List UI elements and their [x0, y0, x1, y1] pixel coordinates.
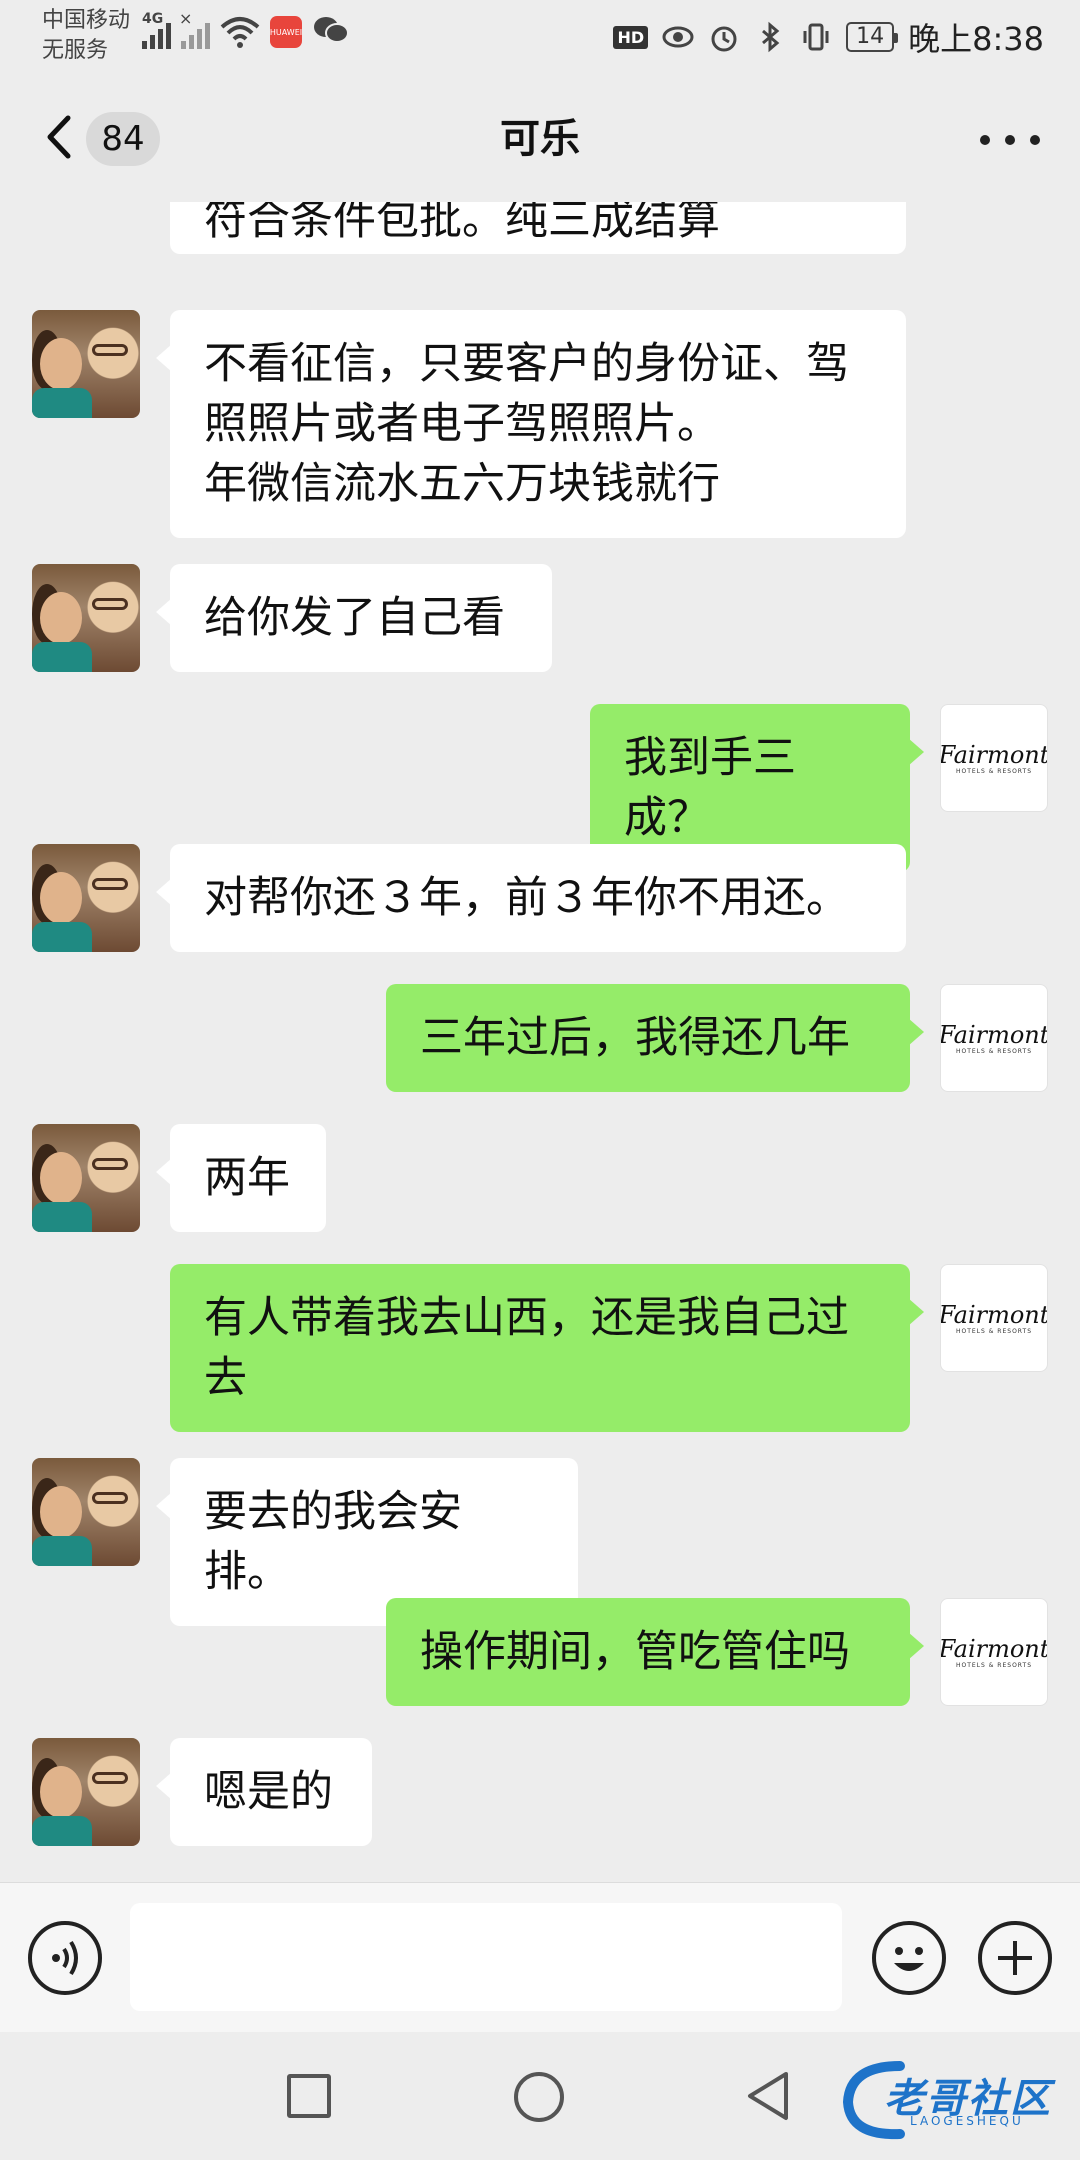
contact-avatar[interactable] — [32, 310, 140, 418]
message-bubble[interactable]: 三年过后，我得还几年 — [386, 984, 924, 1092]
carrier-service: 无服务 — [42, 38, 109, 63]
wechat-icon — [312, 14, 350, 50]
message-bubble[interactable]: 给你发了自己看 — [156, 564, 552, 672]
message-list[interactable]: 符合条件包批。纯三成结算不看征信，只要客户的身份证、驾照照片或者电子驾照照片。 … — [0, 202, 1080, 1882]
watermark-subtext: LAOGESHEQU — [910, 2114, 1024, 2128]
more-options-icon[interactable] — [980, 120, 1040, 160]
message-text: 操作期间，管吃管住吗 — [420, 1627, 850, 1677]
recent-apps-icon[interactable] — [287, 2074, 331, 2118]
message-row-in: 嗯是的 — [0, 1738, 1080, 1846]
avatar-logo-text: Fairmont — [940, 740, 1048, 769]
avatar-logo-text: Fairmont — [940, 1020, 1048, 1049]
carrier-info: 中国移动 无服务 — [42, 6, 130, 66]
wifi-icon — [220, 15, 260, 49]
contact-avatar[interactable] — [32, 1458, 140, 1566]
status-right-icons: HD 14 晚上8:38 — [613, 14, 1044, 60]
message-bubble[interactable]: 对帮你还３年，前３年你不用还。 — [156, 844, 906, 952]
message-text: 给你发了自己看 — [204, 593, 505, 643]
signal-4g-icon: 4G — [142, 11, 171, 49]
add-attachment-icon[interactable] — [978, 1921, 1052, 1995]
nav-back-icon[interactable] — [744, 2070, 794, 2122]
avatar-logo-subtext: HOTELS & RESORTS — [955, 1661, 1033, 1669]
status-bar: 中国移动 无服务 4G × HUAWEI HD 14 晚上8:38 — [0, 0, 1080, 72]
message-bubble[interactable]: 两年 — [156, 1124, 326, 1232]
avatar-logo-subtext: HOTELS & RESORTS — [955, 1327, 1033, 1335]
eye-icon — [662, 26, 694, 48]
emoji-icon[interactable] — [872, 1921, 946, 1995]
signal-no-service-icon: × — [179, 9, 210, 49]
battery-icon: 14 — [846, 22, 899, 52]
clock-time: 晚上8:38 — [908, 20, 1044, 58]
voice-input-icon[interactable] — [28, 1921, 102, 1995]
avatar-logo-text: Fairmont — [940, 1634, 1048, 1663]
message-bubble[interactable]: 不看征信，只要客户的身份证、驾照照片或者电子驾照照片。 年微信流水五六万块钱就行 — [156, 310, 906, 538]
message-row-out: Fairmont HOTELS & RESORTS 操作期间，管吃管住吗 — [0, 1598, 1080, 1706]
message-bubble[interactable]: 符合条件包批。纯三成结算 — [170, 202, 906, 254]
message-text: 有人带着我去山西，还是我自己过去 — [204, 1293, 849, 1403]
message-text: 三年过后，我得还几年 — [420, 1013, 850, 1063]
message-text: 对帮你还３年，前３年你不用还。 — [204, 873, 849, 923]
message-bubble[interactable]: 有人带着我去山西，还是我自己过去 — [170, 1264, 924, 1432]
avatar-logo-subtext: HOTELS & RESORTS — [955, 1047, 1033, 1055]
my-avatar[interactable]: Fairmont HOTELS & RESORTS — [940, 1598, 1048, 1706]
message-row-out: Fairmont HOTELS & RESORTS 有人带着我去山西，还是我自己过去 — [0, 1264, 1080, 1432]
chat-header: 84 可乐 — [0, 72, 1080, 202]
no-service-x-icon: × — [179, 9, 193, 28]
my-avatar[interactable]: Fairmont HOTELS & RESORTS — [940, 1264, 1048, 1372]
message-input[interactable] — [130, 1903, 842, 2011]
message-text: 符合条件包批。纯三成结算 — [204, 202, 720, 245]
bluetooth-icon — [762, 21, 780, 53]
message-row-out: Fairmont HOTELS & RESORTS 我到手三成？ — [0, 704, 1080, 872]
hd-icon: HD — [613, 25, 649, 49]
message-text: 两年 — [204, 1153, 290, 1203]
contact-avatar[interactable] — [32, 844, 140, 952]
carrier-name: 中国移动 — [42, 8, 131, 33]
message-text: 我到手三成？ — [624, 733, 796, 843]
home-icon[interactable] — [514, 2072, 564, 2122]
vibrate-icon — [803, 23, 829, 51]
message-text: 要去的我会安排。 — [204, 1487, 462, 1597]
huawei-store-icon: HUAWEI — [270, 16, 302, 48]
message-row-in: 不看征信，只要客户的身份证、驾照照片或者电子驾照照片。 年微信流水五六万块钱就行 — [0, 310, 1080, 538]
message-row-in: 对帮你还３年，前３年你不用还。 — [0, 844, 1080, 952]
my-avatar[interactable]: Fairmont HOTELS & RESORTS — [940, 984, 1048, 1092]
contact-avatar[interactable] — [32, 1124, 140, 1232]
message-row-in: 给你发了自己看 — [0, 564, 1080, 672]
network-tag: 4G — [142, 11, 164, 27]
my-avatar[interactable]: Fairmont HOTELS & RESORTS — [940, 704, 1048, 812]
message-text: 嗯是的 — [204, 1767, 333, 1817]
chat-title: 可乐 — [500, 116, 580, 162]
site-watermark: 老哥社区 LAOGESHEQU — [840, 2052, 1070, 2142]
status-left-icons: 4G × HUAWEI — [142, 9, 350, 50]
message-row-in: 两年 — [0, 1124, 1080, 1232]
message-text: 不看征信，只要客户的身份证、驾照照片或者电子驾照照片。 年微信流水五六万块钱就行 — [204, 339, 849, 509]
contact-avatar[interactable] — [32, 564, 140, 672]
message-row-in: 要去的我会安排。 — [0, 1458, 1080, 1626]
message-row-out: Fairmont HOTELS & RESORTS 三年过后，我得还几年 — [0, 984, 1080, 1092]
message-bubble[interactable]: 操作期间，管吃管住吗 — [386, 1598, 924, 1706]
alarm-icon — [711, 26, 737, 52]
input-bar — [0, 1882, 1080, 2032]
contact-avatar[interactable] — [32, 1738, 140, 1846]
avatar-logo-text: Fairmont — [940, 1300, 1048, 1329]
avatar-logo-subtext: HOTELS & RESORTS — [955, 767, 1033, 775]
system-navigation-bar: 老哥社区 LAOGESHEQU — [0, 2032, 1080, 2160]
app-badge-label: HUAWEI — [269, 27, 303, 37]
message-row-in: 符合条件包批。纯三成结算 — [0, 202, 1080, 254]
message-bubble[interactable]: 嗯是的 — [156, 1738, 372, 1846]
